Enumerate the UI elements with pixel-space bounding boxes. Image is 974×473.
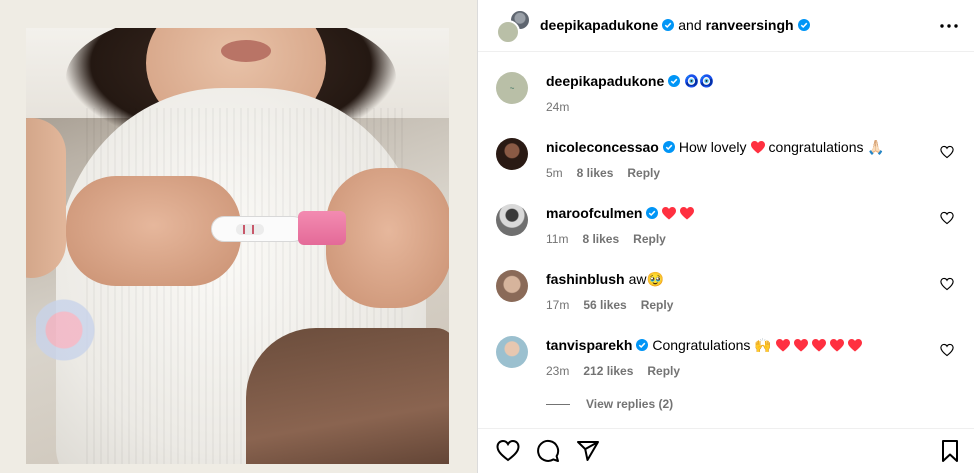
comment-text: Congratulations 🙌 [652, 337, 772, 353]
heart-emoji-icon [847, 338, 862, 351]
caption-time: 24m [546, 100, 570, 114]
share-icon[interactable] [576, 439, 600, 463]
verified-icon [636, 339, 649, 351]
like-heart-icon[interactable] [940, 277, 954, 291]
comment-username[interactable]: tanvisparekh [546, 336, 632, 354]
verified-icon [668, 75, 681, 87]
post-media [0, 0, 477, 473]
action-bar [478, 428, 974, 473]
verified-icon [662, 141, 675, 153]
comment-time: 5m [546, 166, 563, 180]
avatar[interactable] [496, 336, 528, 368]
comment-icon[interactable] [536, 439, 560, 463]
collab-avatars[interactable] [496, 10, 530, 44]
author-connector: and [678, 17, 702, 33]
reply-button[interactable]: Reply [641, 298, 674, 312]
reply-button[interactable]: Reply [647, 364, 680, 378]
post-photo[interactable] [26, 28, 449, 464]
avatar[interactable] [496, 270, 528, 302]
heart-emoji-icon [829, 338, 844, 351]
view-replies-button[interactable]: View replies (2) [546, 397, 673, 411]
verified-icon [646, 207, 659, 219]
post-authors: deepikapadukone and ranveersingh [540, 17, 810, 33]
heart-emoji-icon [750, 140, 765, 153]
comment-username[interactable]: maroofculmen [546, 204, 642, 222]
divider [546, 403, 570, 405]
post-header: deepikapadukone and ranveersingh [478, 0, 974, 52]
avatar[interactable] [496, 138, 528, 170]
comment-time: 17m [546, 298, 570, 312]
comment-time: 11m [546, 232, 569, 246]
heart-emoji-icon [680, 206, 695, 219]
comment-text: How lovely [678, 139, 747, 155]
comment-text: aw🥹 [628, 271, 664, 287]
avatar [496, 20, 520, 44]
view-replies-label: View replies (2) [586, 397, 674, 411]
more-horizontal-icon[interactable] [937, 14, 961, 38]
verified-icon [797, 19, 810, 31]
comments-list[interactable]: ~ deepikapadukone 🧿🧿 24m nicoleconcessao… [478, 52, 974, 428]
heart-emoji-icon [793, 338, 808, 351]
bookmark-icon[interactable] [938, 439, 962, 463]
like-heart-icon[interactable] [940, 211, 954, 225]
comment-likes[interactable]: 212 likes [583, 364, 633, 378]
comment-likes[interactable]: 56 likes [583, 298, 626, 312]
post-sidebar: deepikapadukone and ranveersingh ~ deepi… [477, 0, 974, 473]
author-username[interactable]: deepikapadukone [540, 17, 658, 33]
heart-emoji-icon [811, 338, 826, 351]
reply-button[interactable]: Reply [633, 232, 666, 246]
coauthor-username[interactable]: ranveersingh [706, 17, 794, 33]
caption-username[interactable]: deepikapadukone [546, 72, 664, 90]
comment-likes[interactable]: 8 likes [577, 166, 614, 180]
reply-button[interactable]: Reply [627, 166, 660, 180]
comment-username[interactable]: nicoleconcessao [546, 138, 659, 156]
heart-emoji-icon [775, 338, 790, 351]
avatar[interactable] [496, 204, 528, 236]
comment-username[interactable]: fashinblush [546, 270, 625, 288]
like-heart-icon[interactable] [940, 145, 954, 159]
caption-text: 🧿🧿 [684, 74, 715, 88]
like-heart-icon[interactable] [940, 343, 954, 357]
comment-likes[interactable]: 8 likes [582, 232, 619, 246]
like-heart-icon[interactable] [496, 439, 520, 463]
heart-emoji-icon [662, 206, 677, 219]
comment-time: 23m [546, 364, 570, 378]
verified-icon [662, 19, 675, 31]
comment-text: congratulations 🙏🏻 [768, 139, 885, 155]
avatar[interactable]: ~ [496, 72, 528, 104]
